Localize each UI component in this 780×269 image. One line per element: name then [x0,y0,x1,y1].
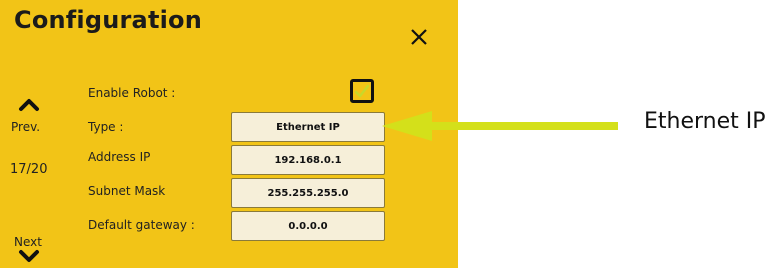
close-icon [411,29,427,45]
default-gateway-field[interactable]: 0.0.0.0 [231,211,385,241]
enable-robot-checkbox[interactable] [350,79,374,103]
address-ip-field[interactable]: 192.168.0.1 [231,145,385,175]
type-label: Type : [88,120,124,134]
checkmark-icon [354,84,370,98]
subnet-mask-field[interactable]: 255.255.255.0 [231,178,385,208]
close-button[interactable] [402,22,436,52]
chevron-up-icon [19,99,39,111]
next-label[interactable]: Next [14,235,42,249]
enable-robot-label: Enable Robot : [88,86,176,100]
callout-arrow-head [382,111,432,141]
type-field[interactable]: Ethernet IP [231,112,385,142]
dialog-title: Configuration [14,6,203,34]
callout-arrow-shaft [432,122,618,130]
page-counter: 17/20 [10,162,48,177]
next-arrow-button[interactable] [18,249,40,269]
subnet-mask-label: Subnet Mask [88,184,166,198]
default-gateway-label: Default gateway : [88,218,195,232]
prev-arrow-button[interactable] [18,96,40,116]
prev-label[interactable]: Prev. [11,120,40,134]
address-ip-label: Address IP [88,150,151,164]
callout-label: Ethernet IP [644,109,766,134]
callout-arrow [382,111,618,141]
chevron-down-icon [19,250,39,262]
